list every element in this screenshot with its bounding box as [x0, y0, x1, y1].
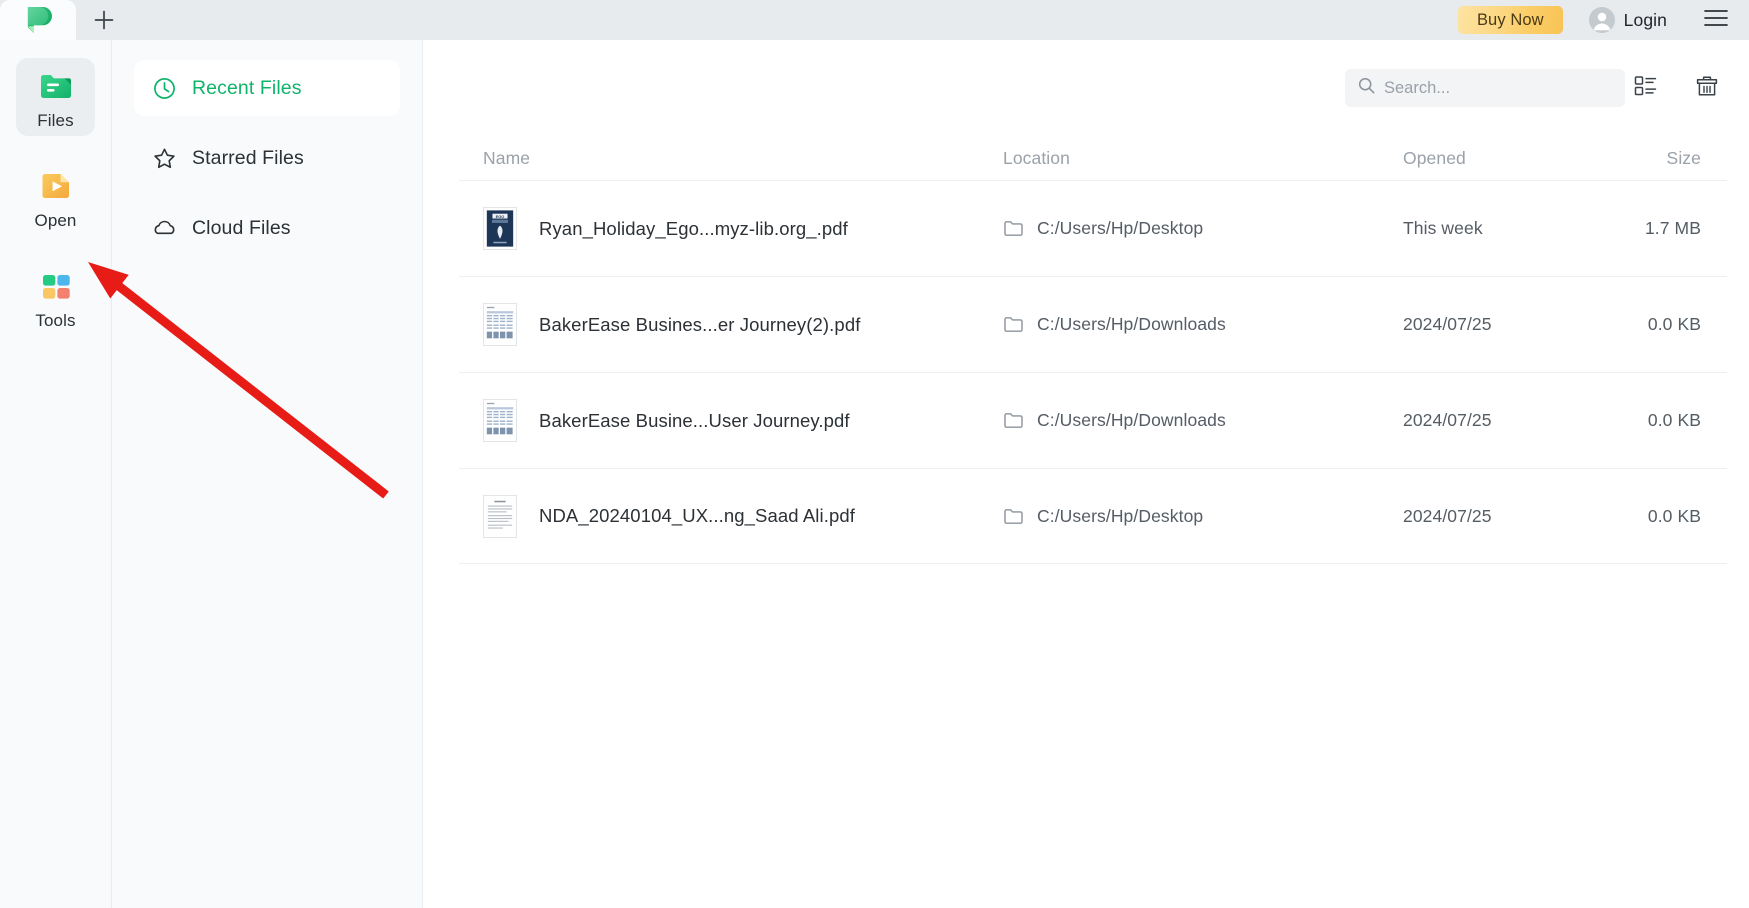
sidebar-item-files-label: Files	[37, 111, 74, 130]
trash-button[interactable]	[1687, 68, 1727, 108]
title-bar: Buy Now Login	[0, 0, 1749, 40]
file-opened-label: 2024/07/25	[1403, 410, 1492, 430]
file-thumbnail-document-text	[483, 494, 517, 538]
file-opened-cell: 2024/07/25	[1403, 410, 1633, 431]
app-logo-icon	[25, 6, 52, 34]
sidebar-item-tools-label: Tools	[35, 311, 76, 330]
nav-item-recent-files-label: Recent Files	[192, 76, 302, 99]
folder-icon	[1003, 218, 1024, 239]
search-icon	[1358, 77, 1375, 99]
file-size-label: 1.7 MB	[1644, 218, 1701, 238]
new-tab-button[interactable]	[76, 0, 132, 40]
file-opened-cell: 2024/07/25	[1403, 314, 1633, 335]
star-icon	[152, 146, 177, 171]
file-size-cell: 1.7 MB	[1633, 218, 1705, 239]
green-folder-icon	[37, 67, 75, 105]
column-header-opened[interactable]: Opened	[1403, 148, 1633, 169]
file-opened-cell: This week	[1403, 218, 1633, 239]
user-avatar-icon	[1588, 7, 1615, 33]
orange-open-file-icon	[37, 167, 75, 205]
file-size-label: 0.0 KB	[1647, 314, 1701, 334]
sidebar-item-open-label: Open	[34, 211, 77, 230]
file-size-label: 0.0 KB	[1647, 410, 1701, 430]
file-size-cell: 0.0 KB	[1633, 410, 1705, 431]
svg-text:EGO: EGO	[496, 214, 505, 219]
titlebar-actions: Buy Now Login	[1457, 0, 1749, 40]
file-location-cell: C:/Users/Hp/Desktop	[1003, 218, 1403, 239]
main-menu-button[interactable]	[1701, 5, 1731, 35]
buy-now-button[interactable]: Buy Now	[1457, 6, 1563, 34]
login-button[interactable]: Login	[1588, 7, 1667, 33]
nav-item-starred-files[interactable]: Starred Files	[134, 130, 400, 186]
folder-icon	[1003, 314, 1024, 335]
column-header-location[interactable]: Location	[1003, 148, 1403, 169]
file-name-label: BakerEase Busine...User Journey.pdf	[539, 409, 850, 431]
main-content: Name Location Opened Size EGO	[423, 40, 1749, 908]
table-header-row: Name Location Opened Size	[459, 136, 1727, 180]
plus-icon	[93, 9, 115, 31]
file-size-cell: 0.0 KB	[1633, 314, 1705, 335]
login-label: Login	[1623, 9, 1667, 30]
file-location-cell: C:/Users/Hp/Desktop	[1003, 506, 1403, 527]
cloud-icon	[152, 216, 177, 241]
file-opened-cell: 2024/07/25	[1403, 506, 1633, 527]
nav-item-cloud-files-label: Cloud Files	[192, 216, 291, 239]
app-body: Files Open Tools Recent Files Starred Fi…	[0, 40, 1749, 908]
tab-active-home[interactable]	[0, 0, 76, 40]
file-opened-label: 2024/07/25	[1403, 314, 1492, 334]
hamburger-menu-icon	[1704, 9, 1728, 32]
file-location-label: C:/Users/Hp/Desktop	[1037, 505, 1204, 526]
file-location-cell: C:/Users/Hp/Downloads	[1003, 314, 1403, 335]
folder-icon	[1003, 410, 1024, 431]
file-name-cell: NDA_20240104_UX...ng_Saad Ali.pdf	[483, 494, 1003, 538]
file-thumbnail-document-table	[483, 399, 517, 442]
clock-icon	[152, 76, 177, 101]
nav-item-starred-files-label: Starred Files	[192, 146, 304, 169]
file-location-label: C:/Users/Hp/Downloads	[1037, 314, 1226, 334]
table-row[interactable]: EGO Ryan_Holiday_Ego...myz-lib.org_.pdf	[459, 180, 1727, 276]
table-row[interactable]: NDA_20240104_UX...ng_Saad Ali.pdf C:/Use…	[459, 468, 1727, 564]
file-size-label: 0.0 KB	[1647, 505, 1701, 526]
file-name-cell: EGO Ryan_Holiday_Ego...myz-lib.org_.pdf	[483, 207, 1003, 250]
icon-sidebar: Files Open Tools	[0, 40, 111, 908]
sidebar-item-tools[interactable]: Tools	[16, 258, 95, 336]
list-view-icon	[1633, 73, 1658, 103]
file-location-label: C:/Users/Hp/Desktop	[1037, 218, 1204, 238]
list-view-button[interactable]	[1625, 68, 1665, 108]
nav-item-cloud-files[interactable]: Cloud Files	[134, 200, 400, 256]
trash-bin-icon	[1694, 73, 1720, 104]
sidebar-item-files[interactable]: Files	[16, 58, 95, 136]
nav-item-recent-files[interactable]: Recent Files	[134, 60, 400, 116]
table-row[interactable]: BakerEase Busine...User Journey.pdf C:/U…	[459, 372, 1727, 468]
file-name-cell: BakerEase Busine...User Journey.pdf	[483, 399, 1003, 442]
file-opened-label: 2024/07/25	[1403, 505, 1492, 526]
file-name-cell: BakerEase Busines...er Journey(2).pdf	[483, 303, 1003, 346]
file-location-cell: C:/Users/Hp/Downloads	[1003, 410, 1403, 431]
table-row[interactable]: BakerEase Busines...er Journey(2).pdf C:…	[459, 276, 1727, 372]
file-name-label: Ryan_Holiday_Ego...myz-lib.org_.pdf	[539, 217, 848, 239]
file-nav-panel: Recent Files Starred Files Cloud Files	[111, 40, 423, 908]
search-box[interactable]	[1345, 69, 1625, 107]
recent-files-table: Name Location Opened Size EGO Ryan_Holid…	[423, 136, 1749, 908]
file-location-label: C:/Users/Hp/Downloads	[1037, 410, 1226, 430]
file-size-cell: 0.0 KB	[1633, 506, 1705, 527]
application-window: Buy Now Login Files Open Tools Recent Fi…	[0, 0, 1749, 908]
content-toolbar	[423, 40, 1749, 136]
folder-icon	[1003, 506, 1024, 527]
column-header-size[interactable]: Size	[1633, 148, 1705, 169]
titlebar-drag-region	[132, 0, 1458, 40]
column-header-name[interactable]: Name	[483, 148, 1003, 169]
sidebar-item-open[interactable]: Open	[16, 158, 95, 236]
file-name-label: NDA_20240104_UX...ng_Saad Ali.pdf	[539, 505, 855, 526]
file-opened-label: This week	[1403, 218, 1483, 238]
file-thumbnail-book-cover: EGO	[483, 207, 517, 250]
file-name-label: BakerEase Busines...er Journey(2).pdf	[539, 313, 861, 335]
tab-strip	[0, 0, 132, 40]
colored-grid-tools-icon	[37, 267, 75, 305]
file-thumbnail-document-table	[483, 303, 517, 346]
search-input[interactable]	[1384, 78, 1612, 98]
